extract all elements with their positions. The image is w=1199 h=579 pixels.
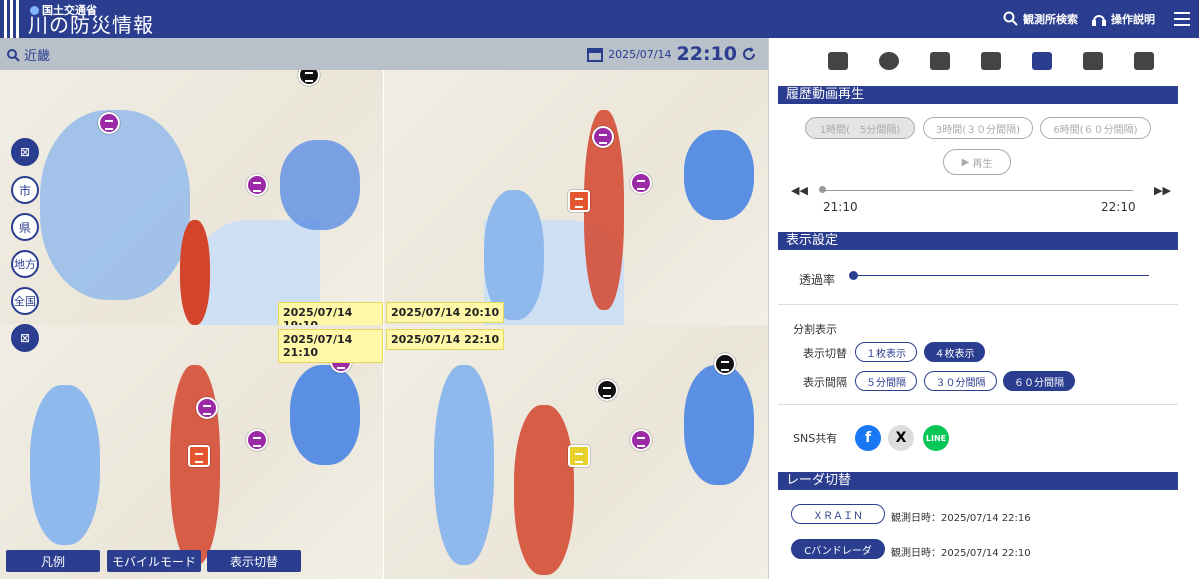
current-time: 22:10 xyxy=(676,43,737,65)
settings-icon[interactable] xyxy=(1125,52,1163,77)
interval-label: 表示間隔 xyxy=(803,376,847,389)
interval-5-button[interactable]: ５分間隔 xyxy=(855,371,917,391)
history-1h-button[interactable]: 1時間( 5分間隔) xyxy=(805,117,915,139)
display-toggle-button[interactable]: 表示切替 xyxy=(207,550,301,572)
menu-icon[interactable] xyxy=(1174,12,1190,26)
cband-time: 観測日時：2025/07/14 22:10 xyxy=(891,548,1031,559)
map-toolbar: 近畿 2025/07/14 22:10 xyxy=(0,38,768,70)
zoom-nation-button[interactable]: 全国 xyxy=(11,287,39,315)
forward-icon[interactable]: ▶▶ xyxy=(1154,184,1171,197)
warning-pin[interactable] xyxy=(714,353,736,375)
home-icon[interactable] xyxy=(972,52,1010,77)
logo-bars xyxy=(4,0,19,38)
line-icon[interactable]: LINE xyxy=(923,425,949,451)
zoom-city-button[interactable]: 市 xyxy=(11,176,39,204)
wave-icon[interactable] xyxy=(1074,52,1112,77)
radar-map-4[interactable]: 2025/07/14 22:10 xyxy=(384,325,768,579)
history-3h-button[interactable]: 3時間(３０分間隔) xyxy=(923,117,1033,139)
mode-icon-bar xyxy=(819,52,1163,77)
interval-30-button[interactable]: ３０分間隔 xyxy=(924,371,997,391)
legend-button[interactable]: 凡例 xyxy=(6,550,100,572)
timeline-end: 22:10 xyxy=(1101,200,1136,214)
warning-pin[interactable] xyxy=(196,397,218,419)
zoom-pref-button[interactable]: 県 xyxy=(11,213,39,241)
map-timestamp: 2025/07/14 20:10 xyxy=(386,302,505,323)
one-view-button[interactable]: １枚表示 xyxy=(855,342,917,362)
warning-pin[interactable] xyxy=(592,126,614,148)
warning-pin[interactable] xyxy=(246,429,268,451)
warning-pin[interactable] xyxy=(98,112,120,134)
xrain-button[interactable]: ＸＲＡＩＮ xyxy=(791,504,885,524)
radar-map-3[interactable]: 2025/07/14 21:10 xyxy=(0,325,383,579)
play-button[interactable]: ▶ 再生 xyxy=(943,149,1011,175)
facebook-icon[interactable]: f xyxy=(855,425,881,451)
four-view-button[interactable]: ４枚表示 xyxy=(924,342,985,362)
app-title[interactable]: 川の防災情報 xyxy=(28,13,154,37)
refresh-icon[interactable] xyxy=(742,47,756,61)
control-panel: 履歴動画再生 1時間( 5分間隔) 3時間(３０分間隔) 6時間(６０分間隔) … xyxy=(768,38,1199,579)
info-icon[interactable] xyxy=(870,52,908,77)
headset-icon xyxy=(1092,15,1106,26)
map-timestamp: 2025/07/14 22:10 xyxy=(386,329,505,350)
region-label: 近畿 xyxy=(24,49,51,64)
datetime-display: 2025/07/14 22:10 xyxy=(587,43,756,65)
split-label: 分割表示 xyxy=(793,323,837,336)
radar-section-title: レーダ切替 xyxy=(778,472,1178,490)
opacity-handle[interactable] xyxy=(849,271,858,280)
warning-pin[interactable] xyxy=(630,429,652,451)
zoom-area-button[interactable]: 地方 xyxy=(11,250,39,278)
warning-pin[interactable] xyxy=(596,379,618,401)
warning-pin[interactable] xyxy=(188,445,210,467)
search-icon xyxy=(7,48,20,62)
opacity-label: 透過率 xyxy=(799,273,836,287)
warning-pin[interactable] xyxy=(630,172,652,194)
grid-toggle-icon[interactable]: ⊠ xyxy=(11,324,39,352)
map-timestamp: 2025/07/14 21:10 xyxy=(278,329,383,363)
help-button[interactable]: 操作説明 xyxy=(1091,11,1155,27)
interval-60-button[interactable]: ６０分間隔 xyxy=(1003,371,1075,391)
radar-icon[interactable] xyxy=(1023,52,1061,77)
play-icon: ▶ xyxy=(961,156,973,168)
header: 国土交通省 川の防災情報 観測所検索 操作説明 xyxy=(0,0,1199,38)
station-list-icon[interactable] xyxy=(921,52,959,77)
warning-pin[interactable] xyxy=(298,70,320,86)
station-search-button[interactable]: 観測所検索 xyxy=(1003,11,1078,27)
calendar-icon[interactable] xyxy=(587,46,604,62)
map-timestamp: 2025/07/14 19:10 xyxy=(278,302,383,325)
timeline-handle[interactable] xyxy=(819,186,826,193)
current-date: 2025/07/14 xyxy=(608,47,672,61)
radar-map-1[interactable]: 2025/07/14 19:10 xyxy=(0,70,383,325)
xrain-time: 観測日時：2025/07/14 22:16 xyxy=(891,513,1031,524)
timeline-slider[interactable] xyxy=(821,190,1133,191)
history-section-title: 履歴動画再生 xyxy=(778,86,1178,104)
search-icon xyxy=(1003,11,1018,26)
rewind-icon[interactable]: ◀◀ xyxy=(791,184,808,197)
warning-pin[interactable] xyxy=(568,190,590,212)
mobile-mode-button[interactable]: モバイルモード xyxy=(107,550,201,572)
timeline-start: 21:10 xyxy=(823,200,858,214)
grid-toggle-icon[interactable]: ⊠ xyxy=(11,138,39,166)
cband-button[interactable]: Cバンドレーダ xyxy=(791,539,885,559)
region-search[interactable]: 近畿 xyxy=(6,45,50,64)
opacity-slider[interactable] xyxy=(853,275,1149,276)
warning-pin[interactable] xyxy=(568,445,590,467)
radar-map-2[interactable]: 2025/07/14 20:10 xyxy=(384,70,768,325)
display-section-title: 表示設定 xyxy=(778,232,1178,250)
history-6h-button[interactable]: 6時間(６０分間隔) xyxy=(1040,117,1151,139)
warning-pin[interactable] xyxy=(246,174,268,196)
switch-label: 表示切替 xyxy=(803,347,847,360)
x-icon[interactable]: X xyxy=(888,425,914,451)
app-root: 国土交通省 川の防災情報 観測所検索 操作説明 近畿 2025/07/14 22… xyxy=(0,0,1199,579)
sns-label: SNS共有 xyxy=(793,432,838,445)
alert-icon[interactable] xyxy=(819,52,857,77)
